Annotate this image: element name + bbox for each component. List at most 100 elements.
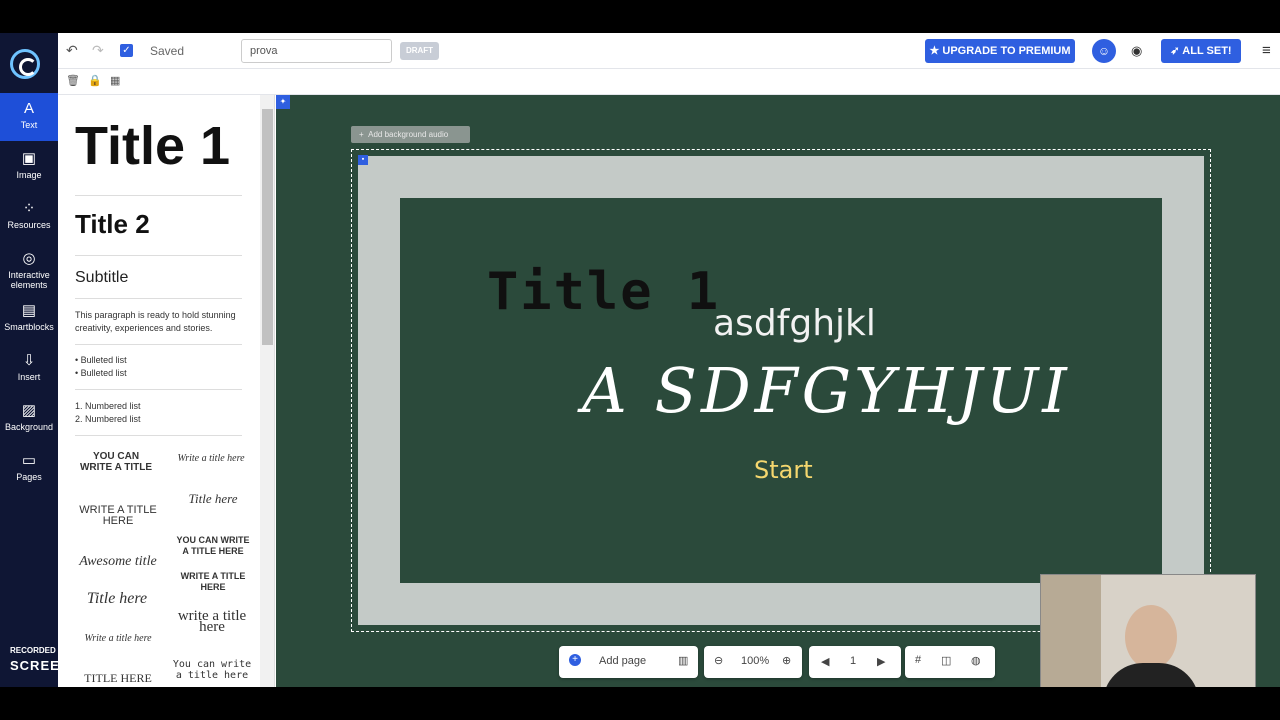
- next-page-icon[interactable]: ▶: [877, 655, 885, 668]
- title-template[interactable]: You can write a title here: [171, 659, 253, 681]
- prev-page-icon[interactable]: ◀: [821, 655, 829, 668]
- numbered-item: 2. Numbered list: [75, 414, 141, 424]
- rail-item-resources[interactable]: ⁘ Resources: [0, 193, 58, 241]
- title-template[interactable]: write a title here: [171, 609, 253, 635]
- panel-numbered-list[interactable]: 1. Numbered list 2. Numbered list: [75, 400, 141, 426]
- rail-label: Image: [16, 170, 42, 180]
- bullet-item: Bulleted list: [80, 355, 127, 365]
- grid-icon[interactable]: #: [915, 654, 921, 666]
- transparency-icon[interactable]: ▦: [110, 74, 120, 87]
- webcam-person: [1125, 605, 1177, 669]
- zoom-in-icon[interactable]: ⊕: [782, 654, 791, 667]
- share-user-button[interactable]: ☺: [1092, 39, 1116, 63]
- divider: [75, 389, 242, 390]
- project-title-input[interactable]: [241, 39, 392, 63]
- panel-subtitle[interactable]: Subtitle: [75, 269, 128, 287]
- rail-label: Smartblocks: [4, 322, 54, 332]
- add-audio-label: Add background audio: [368, 130, 449, 139]
- rail-item-interactive[interactable]: ◎ Interactive elements: [0, 243, 58, 295]
- title-template[interactable]: Awesome title: [73, 555, 163, 569]
- rail-label: Insert: [17, 372, 41, 382]
- rail-label: Pages: [16, 472, 42, 482]
- webcam-body: [1103, 663, 1199, 687]
- rail-item-image[interactable]: ▣ Image: [0, 143, 58, 191]
- title-template[interactable]: Title here: [76, 591, 158, 607]
- rail-item-text[interactable]: A Text: [0, 93, 58, 141]
- slide-big-text[interactable]: A SDFGYHJUI: [582, 354, 1071, 427]
- title-template[interactable]: TITLE HERE: [78, 672, 158, 684]
- split-view-icon[interactable]: ◫: [941, 654, 951, 667]
- slide-title[interactable]: Title 1: [487, 262, 720, 322]
- title-template[interactable]: Title here: [173, 492, 253, 505]
- palette-icon[interactable]: ◍: [971, 654, 981, 667]
- title-template[interactable]: YOU CAN WRITE A TITLE: [78, 451, 154, 473]
- screencast-watermark: SCREENCAST-O-MATIC: [10, 658, 176, 673]
- panel-paragraph[interactable]: This paragraph is ready to hold stunning…: [75, 309, 247, 335]
- divider: [75, 195, 242, 196]
- genially-logo[interactable]: [10, 49, 40, 79]
- autosave-checkbox[interactable]: ✓: [120, 44, 133, 57]
- add-icon[interactable]: +: [569, 654, 581, 666]
- image-icon: ▣: [21, 150, 37, 167]
- redo-icon[interactable]: ↷: [92, 42, 104, 59]
- upgrade-premium-button[interactable]: ★ UPGRADE TO PREMIUM: [925, 39, 1075, 63]
- lock-icon[interactable]: ▪: [358, 155, 368, 165]
- slide-handwritten-text[interactable]: asdfghjkl: [713, 303, 876, 344]
- webcam-shelf: [1041, 575, 1101, 687]
- resources-icon: ⁘: [22, 200, 36, 217]
- bullet-item: Bulleted list: [80, 368, 127, 378]
- title-template[interactable]: YOU CAN WRITE A TITLE HERE: [173, 535, 253, 557]
- hamburger-menu-icon[interactable]: ≡: [1262, 42, 1271, 59]
- zoom-level: 100%: [741, 655, 770, 667]
- add-background-audio-button[interactable]: + Add background audio: [351, 126, 470, 143]
- undo-icon[interactable]: ↶: [66, 42, 78, 59]
- background-icon: ▨: [21, 402, 37, 419]
- rail-item-insert[interactable]: ⇩ Insert: [0, 345, 58, 393]
- panel-title2[interactable]: Title 2: [75, 209, 150, 240]
- webcam-overlay: [1040, 574, 1256, 687]
- rail-label: Interactive elements: [8, 270, 50, 290]
- object-toolbar: 🗑 🔒 ▦: [58, 69, 1280, 95]
- title-template[interactable]: Write a title here: [78, 633, 158, 644]
- draft-badge: DRAFT: [400, 42, 439, 60]
- panel-title1[interactable]: Title 1: [75, 115, 230, 177]
- pages-icon: ▭: [21, 452, 37, 469]
- slide[interactable]: ▪ Title 1 asdfghjkl A SDFGYHJUI Start: [351, 149, 1211, 632]
- page-nav-bar: ◀ 1 ▶: [809, 646, 901, 678]
- numbered-item: 1. Numbered list: [75, 401, 141, 411]
- save-status: Saved: [150, 44, 185, 58]
- divider: [75, 435, 242, 436]
- rail-item-pages[interactable]: ▭ Pages: [0, 445, 58, 493]
- pointer-icon: ◎: [22, 250, 36, 267]
- scrollbar-thumb[interactable]: [262, 109, 273, 345]
- divider: [75, 255, 242, 256]
- rocket-icon: ➶: [1170, 45, 1183, 57]
- add-page-bar: + Add page ▥: [559, 646, 698, 678]
- add-user-icon: ☺: [1097, 44, 1111, 58]
- star-icon: ★: [929, 45, 943, 57]
- title-template[interactable]: WRITE A TITLE HERE: [173, 571, 253, 593]
- title-template[interactable]: WRITE A TITLE HERE: [78, 505, 158, 527]
- upgrade-premium-label: UPGRADE TO PREMIUM: [942, 45, 1071, 57]
- pin-icon[interactable]: ✦: [276, 95, 290, 109]
- panel-scrollbar[interactable]: [260, 95, 275, 687]
- zoom-out-icon[interactable]: ⊖: [714, 654, 723, 667]
- add-page-button[interactable]: Add page: [599, 655, 646, 667]
- all-set-button[interactable]: ➶ ALL SET!: [1161, 39, 1241, 63]
- left-rail: A Text ▣ Image ⁘ Resources ◎ Interactive ele…: [0, 33, 58, 687]
- trash-icon[interactable]: ▥: [678, 654, 688, 667]
- title-template[interactable]: Write a title here: [173, 453, 249, 464]
- rail-label: Background: [4, 422, 54, 432]
- zoom-bar: ⊖ 100% ⊕: [704, 646, 802, 678]
- text-icon: A: [23, 100, 34, 117]
- trash-icon[interactable]: 🗑: [66, 74, 80, 87]
- preview-eye-icon[interactable]: ◉: [1131, 43, 1142, 59]
- smartblocks-icon: ▤: [21, 302, 37, 319]
- rail-item-smartblocks[interactable]: ▤ Smartblocks: [0, 295, 58, 343]
- divider: [75, 298, 242, 299]
- panel-bulleted-list[interactable]: • Bulleted list • Bulleted list: [75, 354, 127, 380]
- start-button[interactable]: Start: [754, 456, 813, 484]
- lock-icon[interactable]: 🔒: [88, 74, 102, 87]
- rail-item-background[interactable]: ▨ Background: [0, 395, 58, 443]
- text-panel: Title 1 Title 2 Subtitle This paragraph …: [58, 95, 260, 687]
